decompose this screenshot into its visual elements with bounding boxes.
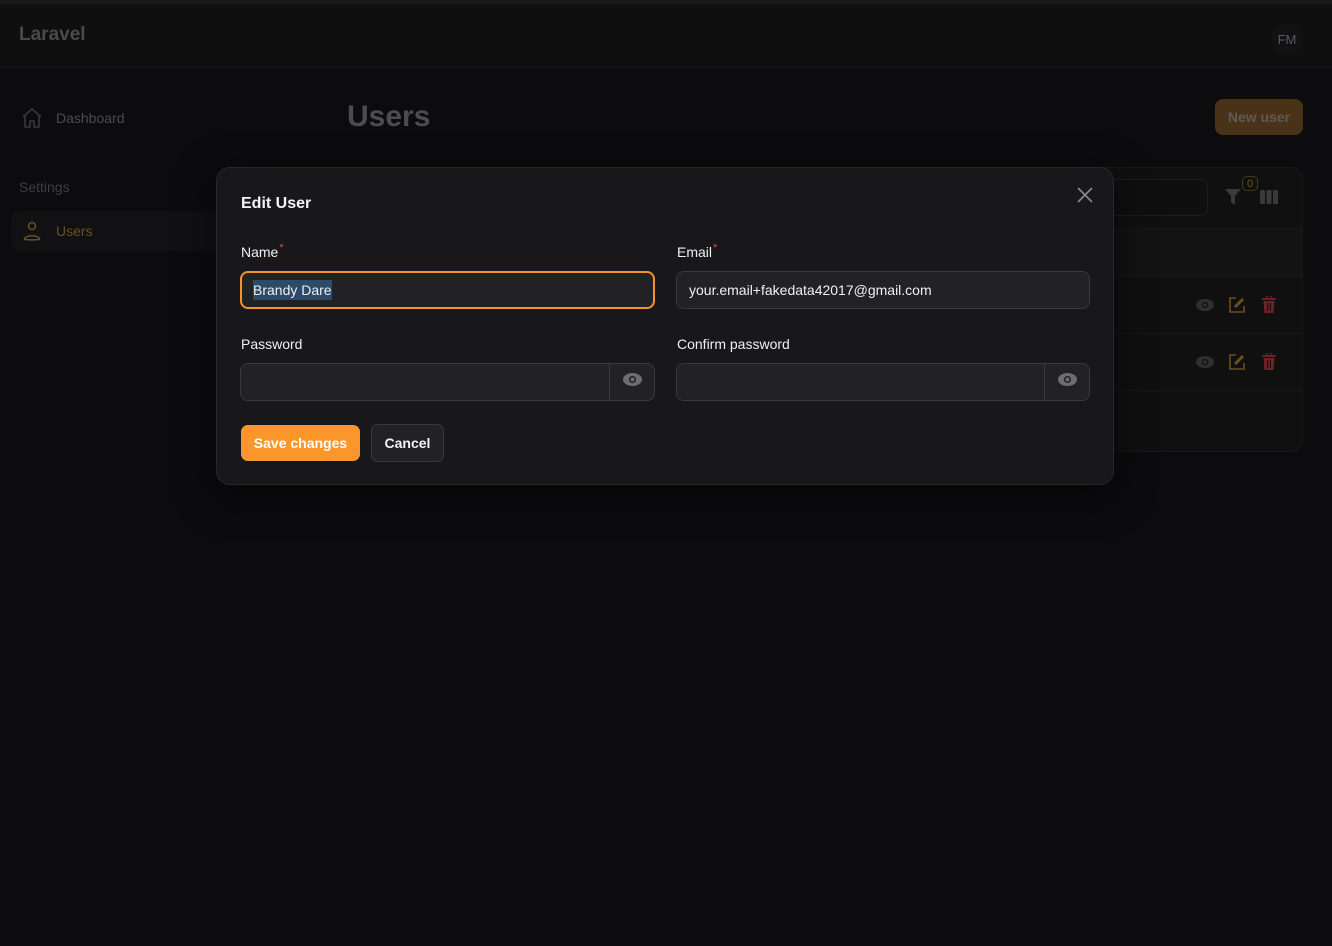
required-mark: * <box>279 242 284 254</box>
edit-user-modal: Edit User Name* Brandy Dare Email* your.… <box>216 167 1114 485</box>
email-input-value: your.email+fakedata42017@gmail.com <box>689 282 932 298</box>
brand-logo[interactable]: Laravel <box>19 24 86 46</box>
sidebar-group-settings[interactable]: Settings <box>19 179 70 195</box>
cancel-button[interactable]: Cancel <box>371 424 444 462</box>
user-icon <box>20 219 44 243</box>
required-mark: * <box>713 242 718 254</box>
new-user-button[interactable]: New user <box>1215 99 1303 135</box>
sidebar-item-label: Dashboard <box>56 110 125 126</box>
email-label-text: Email <box>677 244 713 260</box>
close-button[interactable] <box>1075 186 1095 208</box>
sidebar-item-label: Users <box>56 223 93 239</box>
delete-icon[interactable] <box>1260 352 1278 372</box>
eye-icon <box>622 373 642 391</box>
password-field <box>240 363 655 401</box>
eye-icon <box>1057 373 1077 391</box>
password-input[interactable] <box>241 364 610 400</box>
email-label: Email* <box>677 242 718 260</box>
name-label-text: Name <box>241 244 279 260</box>
sidebar-item-dashboard[interactable]: Dashboard <box>11 98 232 138</box>
delete-icon[interactable] <box>1260 295 1278 315</box>
home-icon <box>20 106 44 130</box>
sidebar-item-users[interactable]: Users <box>11 211 232 251</box>
password-label: Password <box>241 336 303 352</box>
filter-count-badge: 0 <box>1242 176 1258 191</box>
name-input-value: Brandy Dare <box>253 280 332 300</box>
filter-icon[interactable] <box>1224 188 1242 211</box>
name-input[interactable]: Brandy Dare <box>240 271 655 309</box>
view-icon[interactable] <box>1196 352 1214 372</box>
confirm-password-label: Confirm password <box>677 336 790 352</box>
confirm-password-field <box>676 363 1090 401</box>
view-icon[interactable] <box>1196 295 1214 315</box>
page-title: Users <box>347 100 431 133</box>
edit-icon[interactable] <box>1228 352 1246 372</box>
close-icon <box>1077 186 1093 208</box>
password-toggle-button[interactable] <box>610 364 654 400</box>
user-avatar[interactable]: FM <box>1271 23 1303 55</box>
modal-title: Edit User <box>241 195 312 212</box>
edit-icon[interactable] <box>1228 295 1246 315</box>
email-input[interactable]: your.email+fakedata42017@gmail.com <box>676 271 1090 309</box>
name-label: Name* <box>241 242 284 260</box>
confirm-password-input[interactable] <box>677 364 1045 400</box>
top-bar: Laravel FM <box>0 4 1332 68</box>
save-changes-button[interactable]: Save changes <box>241 425 360 461</box>
confirm-password-toggle-button[interactable] <box>1045 364 1089 400</box>
columns-icon[interactable] <box>1260 190 1278 209</box>
